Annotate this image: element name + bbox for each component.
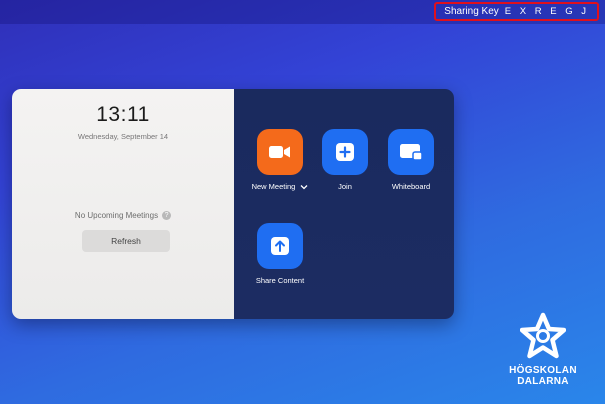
sharing-key-label: Sharing Key [444,6,499,17]
no-meetings-text: No Upcoming Meetings [74,211,159,220]
new-meeting-button[interactable] [257,129,303,175]
clock-date: Wednesday, September 14 [77,132,169,141]
university-logo: HÖGSKOLAN DALARNA [503,312,583,392]
share-content-tile[interactable]: Share Content [240,223,320,285]
whiteboard-label: Whiteboard [391,182,431,191]
join-button[interactable] [322,129,368,175]
top-bar: Sharing Key E X R E G J [0,0,605,24]
whiteboard-icon [400,144,423,161]
logo-line-2: DALARNA [517,376,569,387]
upload-arrow-icon [271,237,289,255]
schedule-panel: 13:11 Wednesday, September 14 No Upcomin… [12,89,234,319]
help-icon[interactable]: ? [162,211,172,220]
logo-line-1: HÖGSKOLAN [509,365,577,376]
share-content-label: Share Content [255,276,305,285]
new-meeting-text: New Meeting [251,182,296,191]
whiteboard-button[interactable] [388,129,434,175]
share-content-button[interactable] [257,223,303,269]
sharing-key-value: E X R E G J [504,6,589,17]
star-logo-icon [519,312,567,359]
clock-time: 13:11 [96,103,150,126]
actions-panel: New Meeting Join Whiteboard Share Conten… [234,89,454,319]
video-camera-icon [269,146,290,158]
no-upcoming-meetings: No Upcoming Meetings ? [12,211,234,220]
whiteboard-tile[interactable]: Whiteboard [371,129,451,191]
home-panel: 13:11 Wednesday, September 14 No Upcomin… [12,89,454,319]
plus-icon [336,143,354,161]
refresh-button[interactable]: Refresh [82,230,170,252]
sharing-key-highlight: Sharing Key E X R E G J [434,2,599,21]
